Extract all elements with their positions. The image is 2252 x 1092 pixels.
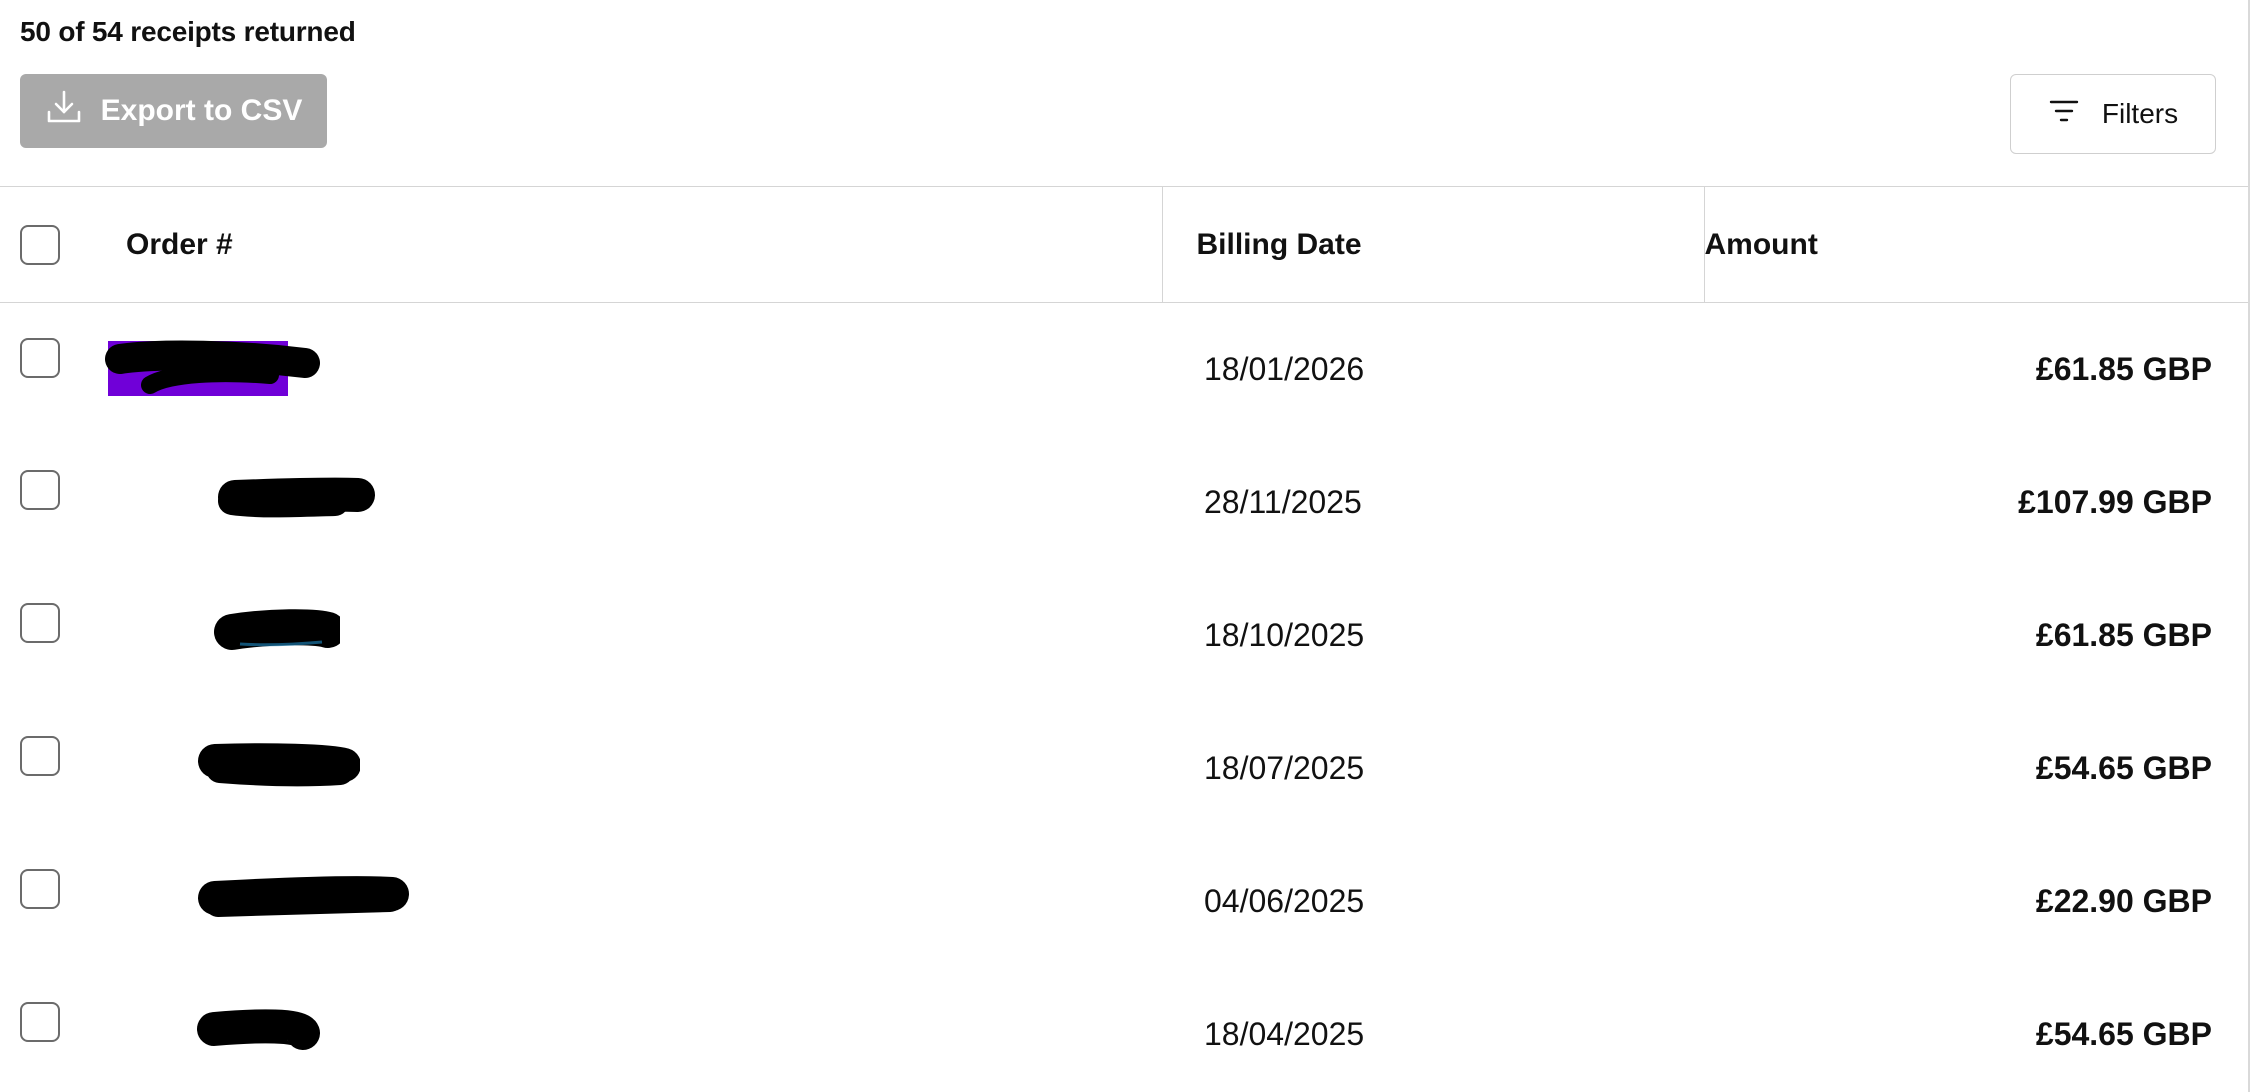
filters-label: Filters (2101, 98, 2179, 129)
amount-cell: £54.65 GBP (2035, 1015, 2212, 1052)
order-number-link[interactable]: 9 (100, 1005, 320, 1055)
billing-date-cell: 28/11/2025 (1204, 483, 1362, 520)
row-select-cell (0, 569, 100, 702)
row-checkbox[interactable] (20, 470, 60, 511)
amount-cell: £61.85 GBP (2035, 616, 2212, 653)
amount-cell: £107.99 GBP (2018, 483, 2212, 520)
redaction-mark (198, 743, 360, 787)
row-checkbox[interactable] (20, 869, 60, 910)
redaction-mark (218, 477, 375, 518)
export-csv-button[interactable]: Export to CSV (20, 74, 327, 148)
select-all-checkbox[interactable] (20, 224, 60, 265)
row-select-cell (0, 702, 100, 835)
filter-icon (2048, 98, 2080, 131)
table-row: 04/06/2025 £22.90 GBP (0, 835, 2248, 968)
column-header-billing-date[interactable]: Billing Date (1162, 186, 1705, 303)
order-number-link[interactable] (100, 739, 360, 789)
export-csv-label: Export to CSV (100, 94, 303, 127)
panel-divider (2248, 0, 2250, 1092)
row-checkbox[interactable] (20, 736, 60, 777)
table-row: 28/11/2025 £107.99 GBP (0, 436, 2248, 569)
row-select-cell (0, 303, 100, 436)
amount-cell: £54.65 GBP (2035, 749, 2212, 786)
filters-button[interactable]: Filters (2010, 74, 2216, 154)
row-select-cell (0, 835, 100, 968)
order-number-link[interactable] (100, 335, 320, 397)
billing-date-cell: 04/06/2025 (1204, 882, 1365, 919)
billing-date-cell: 18/01/2026 (1204, 350, 1365, 387)
row-select-cell (0, 968, 100, 1092)
results-summary: 50 of 54 receipts returned (20, 16, 356, 47)
order-number-link[interactable] (100, 473, 380, 523)
order-cell (100, 569, 1162, 702)
receipts-table: Order # Billing Date Amount 18/01/2026 £… (0, 186, 2248, 1092)
order-cell (100, 303, 1162, 436)
table-row: 18/07/2025 £54.65 GBP (0, 702, 2248, 835)
order-cell (100, 436, 1162, 569)
header-select-cell (0, 186, 100, 303)
billing-date-cell: 18/07/2025 (1204, 749, 1365, 786)
amount-cell: £22.90 GBP (2035, 882, 2212, 919)
order-cell (100, 702, 1162, 835)
row-checkbox[interactable] (20, 1002, 60, 1043)
download-icon (45, 88, 83, 134)
table-row: 9 18/04/2025 £54.65 GBP (0, 968, 2248, 1092)
order-number-link[interactable] (100, 606, 340, 656)
order-number-link[interactable] (100, 872, 410, 922)
order-cell (100, 835, 1162, 968)
table-header-row: Order # Billing Date Amount (0, 186, 2248, 303)
amount-cell: £61.85 GBP (2035, 350, 2212, 387)
redaction-mark (197, 1009, 320, 1050)
billing-date-cell: 18/10/2025 (1204, 616, 1365, 653)
table-row: 18/01/2026 £61.85 GBP (0, 303, 2248, 436)
redaction-mark (214, 609, 340, 650)
receipts-page: 50 of 54 receipts returned Export to CSV… (0, 0, 2252, 1092)
billing-date-cell: 18/04/2025 (1204, 1015, 1365, 1052)
redaction-mark (198, 876, 409, 917)
row-checkbox[interactable] (20, 337, 60, 378)
row-select-cell (0, 436, 100, 569)
row-checkbox[interactable] (20, 603, 60, 644)
redaction-mark (105, 340, 320, 395)
column-header-order[interactable]: Order # (100, 186, 1163, 303)
table-row: 18/10/2025 £61.85 GBP (0, 569, 2248, 702)
order-cell: 9 (100, 968, 1162, 1092)
column-header-amount[interactable]: Amount (1704, 186, 2248, 303)
